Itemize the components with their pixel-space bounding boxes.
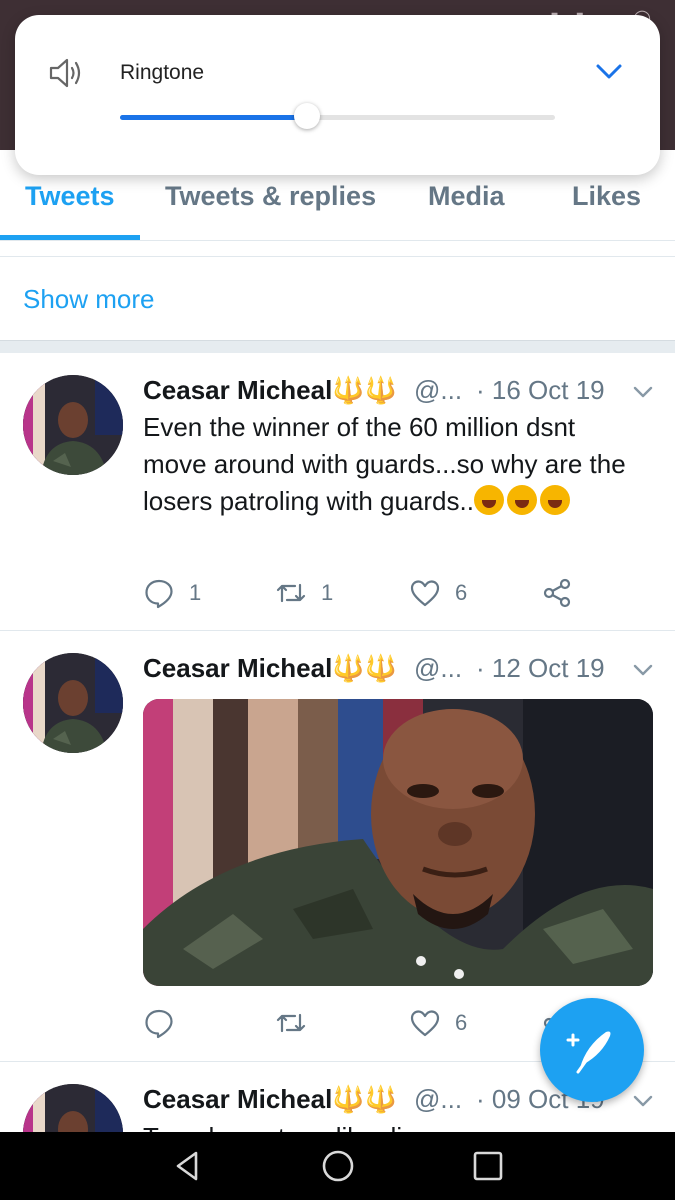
compose-tweet-button[interactable] [540, 998, 644, 1102]
tweet-1[interactable]: Ceasar Micheal🔱🔱 @... · 16 Oct 19 Even t… [0, 352, 675, 630]
recents-icon[interactable] [470, 1148, 506, 1184]
tweet-actions: 1 1 6 [143, 576, 643, 610]
like-count: 6 [455, 580, 468, 605]
tweet-photo[interactable] [143, 699, 653, 986]
laughing-emoji [539, 485, 570, 515]
chevron-down-icon[interactable] [632, 663, 654, 677]
avatar[interactable] [23, 653, 123, 753]
back-icon[interactable] [170, 1148, 206, 1184]
retweet-count: 1 [321, 580, 334, 605]
retweet-icon [276, 1013, 306, 1033]
like-button[interactable]: 6 [409, 1006, 467, 1040]
speaker-icon[interactable] [47, 53, 87, 93]
reply-button[interactable]: 1 [143, 576, 201, 610]
author-handle: @... [414, 1084, 463, 1114]
like-button[interactable]: 6 [409, 576, 467, 610]
selfie-photo [143, 699, 653, 986]
tab-likes[interactable]: Likes [572, 181, 641, 212]
share-icon [543, 578, 571, 608]
retweet-button[interactable] [275, 1006, 321, 1040]
chevron-down-icon[interactable] [632, 1094, 654, 1108]
like-count: 6 [455, 1010, 468, 1035]
author-handle: @... [414, 653, 463, 683]
tweet-date: · 16 Oct 19 [476, 375, 605, 405]
reply-count: 1 [189, 580, 202, 605]
volume-stream-label: Ringtone [120, 61, 205, 84]
tab-tweets[interactable]: Tweets [25, 181, 115, 212]
like-icon [410, 580, 440, 607]
tweet-date: · 12 Oct 19 [476, 653, 605, 683]
author-name[interactable]: Ceasar Micheal🔱🔱 [143, 1084, 397, 1115]
retweet-button[interactable]: 1 [275, 576, 333, 610]
chevron-down-icon[interactable] [632, 385, 654, 399]
volume-panel: Ringtone [15, 15, 660, 175]
reply-icon [145, 579, 173, 609]
tweet-text: Even the winner of the 60 million dsnt m… [143, 412, 626, 516]
author-name[interactable]: Ceasar Micheal🔱🔱 [143, 375, 397, 406]
tweet-2[interactable]: Ceasar Micheal🔱🔱 @... · 12 Oct 19 6 [0, 631, 675, 1061]
profile-tabs: Tweets Tweets & replies Media Likes [0, 175, 675, 240]
chevron-down-icon[interactable] [594, 60, 624, 82]
show-more-link[interactable]: Show more [23, 284, 155, 315]
tab-media[interactable]: Media [428, 181, 505, 212]
divider [0, 240, 675, 241]
divider [0, 256, 675, 257]
like-icon [410, 1010, 440, 1037]
home-icon[interactable] [320, 1148, 356, 1184]
avatar[interactable] [23, 1084, 123, 1132]
compose-icon [566, 1031, 611, 1074]
share-button[interactable] [541, 576, 573, 610]
author-handle: @... [414, 375, 463, 405]
tweet-text: Tuesday got me like diz [143, 1119, 643, 1132]
tab-tweets-replies[interactable]: Tweets & replies [165, 181, 376, 212]
retweet-icon [276, 583, 306, 603]
volume-slider-fill [120, 115, 308, 120]
volume-slider-thumb[interactable] [294, 103, 321, 129]
android-nav-bar [0, 1132, 675, 1200]
reply-button[interactable] [143, 1006, 189, 1040]
laughing-emoji [506, 485, 537, 515]
author-name[interactable]: Ceasar Micheal🔱🔱 [143, 653, 397, 684]
laughing-emoji [473, 485, 504, 515]
volume-slider[interactable] [120, 103, 555, 129]
avatar[interactable] [23, 375, 123, 475]
reply-icon [145, 1009, 173, 1039]
